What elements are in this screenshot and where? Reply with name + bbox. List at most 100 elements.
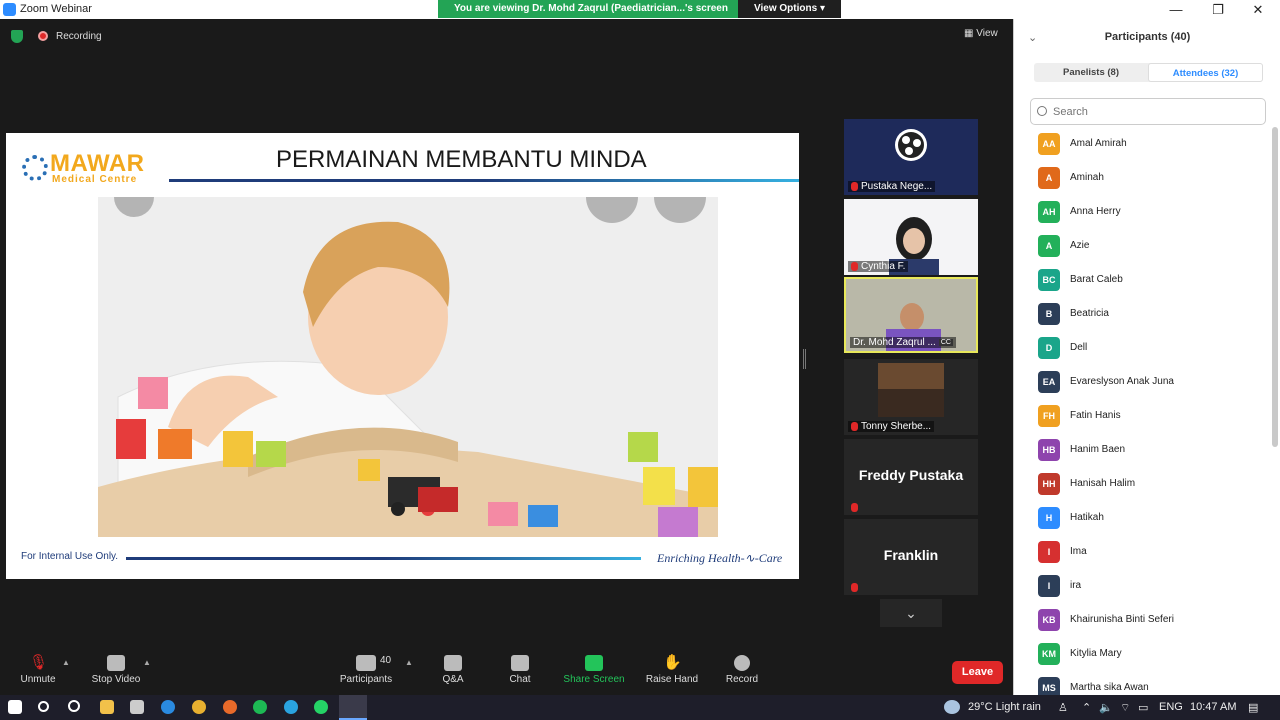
firefox-browser-icon[interactable] [223, 700, 237, 714]
participants-title: Participants (40) [1104, 31, 1191, 43]
tray-expand-icon[interactable]: ⌃ [1082, 701, 1091, 714]
share-screen-label: Share Screen [563, 674, 625, 685]
attendee-row[interactable]: MS Martha sika Awan [1014, 672, 1272, 695]
restore-button[interactable]: ❐ [1198, 0, 1238, 19]
video-options-caret-icon[interactable]: ▲ [143, 658, 151, 667]
attendee-row[interactable]: KM Kitylia Mary [1014, 638, 1272, 672]
unmute-label: Unmute [20, 674, 56, 685]
language-indicator[interactable]: ENG [1159, 701, 1183, 713]
footer-rule [126, 557, 641, 560]
tab-panelists[interactable]: Panelists (8) [1034, 63, 1148, 82]
volume-icon[interactable]: 🔈 [1099, 701, 1113, 714]
whatsapp-icon[interactable] [314, 700, 328, 714]
attendee-row[interactable]: A Aminah [1014, 162, 1272, 196]
splitter-handle[interactable] [803, 349, 806, 369]
video-tile[interactable]: Tonny Sherbe... [844, 359, 978, 435]
attendee-row[interactable]: I Ima [1014, 536, 1272, 570]
leave-button[interactable]: Leave [952, 661, 1003, 684]
zoom-taskbar-button[interactable] [339, 695, 367, 720]
attendee-row[interactable]: AH Anna Herry [1014, 196, 1272, 230]
attendee-list-scrollbar[interactable] [1272, 127, 1278, 447]
attendee-row[interactable]: Iira [1014, 570, 1272, 604]
avatar: A [1038, 235, 1060, 257]
view-label: View [976, 28, 998, 39]
raise-hand-button[interactable]: ✋ Raise Hand [645, 655, 699, 686]
telegram-icon[interactable] [284, 700, 298, 714]
video-tile[interactable]: Cynthia F. [844, 199, 978, 275]
attendee-row[interactable]: AA Amal Amirah [1014, 128, 1272, 162]
participants-label: Participants [339, 674, 393, 685]
view-options-button[interactable]: View Options ▾ [738, 0, 841, 18]
minimize-button[interactable]: — [1156, 0, 1196, 19]
chrome-browser-icon[interactable] [192, 700, 206, 714]
video-name-label: Dr. Mohd Zaqrul ... CC [850, 337, 956, 348]
video-tile[interactable]: Pustaka Nege... [844, 119, 978, 195]
attendee-name: ira [1070, 580, 1082, 591]
wifi-icon[interactable]: ⌔ [1120, 701, 1130, 715]
attendee-name: Dell [1070, 342, 1088, 353]
spotify-icon[interactable] [253, 700, 267, 714]
stop-video-button[interactable]: Stop Video [88, 655, 144, 685]
taskbar-clock[interactable]: 10:47 AM [1190, 701, 1236, 713]
video-name-label: Cynthia F. [848, 261, 909, 272]
video-tile[interactable]: Franklin [844, 519, 978, 595]
unmute-button[interactable]: 🎙 Unmute [18, 654, 58, 686]
mic-muted-icon: 🎙 [29, 654, 49, 671]
participants-icon [356, 655, 376, 671]
participant-tabs: Panelists (8) Attendees (32) [1034, 63, 1263, 82]
stop-video-label: Stop Video [91, 674, 141, 685]
attendee-row[interactable]: H Hatikah [1014, 502, 1272, 536]
attendee-name: Aminah [1070, 172, 1104, 183]
avatar: AA [1038, 133, 1060, 155]
attendee-row[interactable]: EA Evareslyson Anak Juna [1014, 366, 1272, 400]
caption-badge: CC [938, 339, 953, 346]
chat-label: Chat [509, 674, 531, 685]
qa-button[interactable]: Q&A [440, 655, 466, 685]
avatar: H [1038, 507, 1060, 529]
participants-button[interactable]: 40 Participants [336, 655, 396, 685]
avatar: MS [1038, 677, 1060, 695]
edge-browser-icon[interactable] [161, 700, 175, 714]
raise-hand-label: Raise Hand [645, 674, 699, 685]
footer-tagline: Enriching Health-∿-Care [657, 551, 783, 565]
participants-options-caret-icon[interactable]: ▲ [405, 658, 413, 667]
mic-muted-icon [851, 182, 858, 191]
person-icon[interactable]: ♙ [1058, 701, 1068, 714]
battery-icon[interactable]: ▭ [1138, 701, 1148, 714]
mic-muted-icon [851, 422, 858, 431]
video-tile[interactable]: Freddy Pustaka [844, 439, 978, 515]
pen-app-icon[interactable] [130, 700, 144, 714]
scroll-videos-down-button[interactable]: ⌄ [880, 599, 942, 627]
active-speaker-video-tile[interactable]: Dr. Mohd Zaqrul ... CC [844, 277, 978, 353]
taskbar-search-icon[interactable] [38, 701, 49, 712]
attendee-row[interactable]: HB Hanim Baen [1014, 434, 1272, 468]
attendee-row[interactable]: KB Khairunisha Binti Seferi [1014, 604, 1272, 638]
attendee-row[interactable]: FH Fatin Hanis [1014, 400, 1272, 434]
chat-icon [511, 655, 529, 671]
encryption-shield-icon[interactable] [11, 30, 23, 43]
view-button[interactable]: ▦ View [964, 28, 998, 39]
attendee-row[interactable]: D Dell [1014, 332, 1272, 366]
attendee-row[interactable]: B Beatricia [1014, 298, 1272, 332]
task-view-icon[interactable] [68, 700, 80, 712]
notifications-icon[interactable]: ▤ [1248, 701, 1258, 714]
attendee-row[interactable]: HH Hanisah Halim [1014, 468, 1272, 502]
attendee-row[interactable]: BC Barat Caleb [1014, 264, 1272, 298]
tab-attendees[interactable]: Attendees (32) [1148, 63, 1263, 82]
windows-start-icon[interactable] [8, 700, 22, 714]
record-button[interactable]: Record [724, 655, 760, 685]
weather-text[interactable]: 29°C Light rain [968, 701, 1041, 713]
chat-button[interactable]: Chat [505, 655, 535, 685]
participants-count: 40 [380, 655, 392, 666]
video-camera-icon [107, 655, 125, 671]
avatar: A [1038, 167, 1060, 189]
audio-options-caret-icon[interactable]: ▲ [62, 658, 70, 667]
attendee-row[interactable]: A Azie [1014, 230, 1272, 264]
attendee-name: Azie [1070, 240, 1090, 251]
search-input[interactable] [1030, 98, 1266, 125]
file-explorer-icon[interactable] [100, 700, 114, 714]
attendee-name: Fatin Hanis [1070, 410, 1121, 421]
attendee-name: Anna Herry [1070, 206, 1121, 217]
share-screen-button[interactable]: Share Screen [562, 655, 626, 685]
close-button[interactable]: ✕ [1238, 0, 1278, 19]
